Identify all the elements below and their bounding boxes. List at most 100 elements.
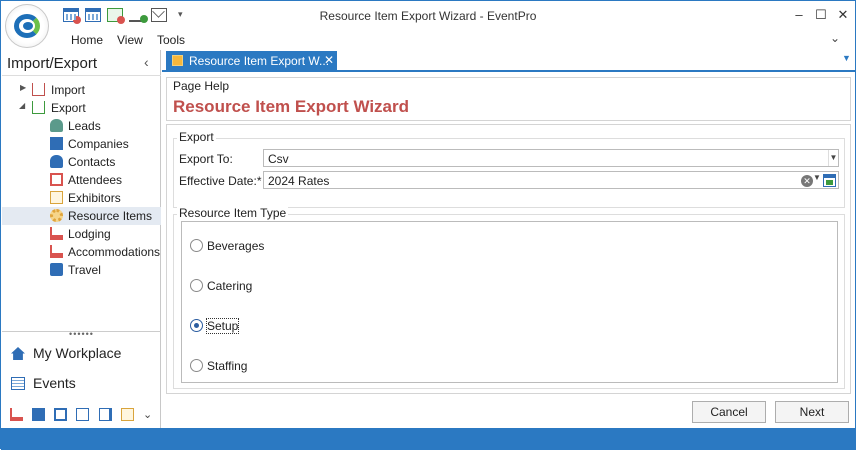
export-to-value: Csv — [268, 152, 289, 166]
tree-item-leads[interactable]: Leads — [2, 117, 161, 135]
nav-events-button[interactable]: Events — [2, 370, 161, 398]
tree-item-label: Contacts — [68, 155, 116, 169]
window-title: Resource Item Export Wizard - EventPro — [319, 9, 537, 23]
effective-date-value: 2024 Rates — [268, 174, 330, 188]
app-window: ▾ Resource Item Export Wizard - EventPro… — [0, 0, 856, 450]
tree-item-travel[interactable]: Travel — [2, 261, 161, 279]
tree-item-exhibitors[interactable]: Exhibitors — [2, 189, 161, 207]
tree-item-label: Attendees — [68, 173, 123, 187]
ribbon-collapse-icon[interactable]: ⌄ — [830, 31, 840, 45]
person-icon — [50, 119, 63, 132]
effective-date-label: Effective Date:* — [179, 174, 262, 188]
wizard-icon — [172, 55, 183, 66]
person-icon — [50, 155, 63, 168]
logo-dot-icon — [23, 22, 33, 30]
card-icon — [50, 191, 63, 204]
calendar-icon[interactable] — [823, 174, 836, 187]
maximize-button[interactable]: ☐ — [811, 6, 831, 24]
tree-item-export[interactable]: ◢ Export — [2, 99, 161, 117]
radio-label: Staffing — [207, 359, 248, 373]
close-button[interactable]: ✕ — [833, 6, 853, 24]
tab-resource-item-export-wizard[interactable]: Resource Item Export W... ✕ — [166, 51, 337, 71]
collapse-arrow-icon[interactable]: ◢ — [19, 101, 25, 110]
chevron-down-icon[interactable]: ⌄ — [143, 408, 156, 421]
factory-icon — [50, 137, 63, 150]
tree-item-label: Import — [51, 83, 86, 97]
menu-view[interactable]: View — [117, 33, 143, 47]
radio-label: Setup — [205, 318, 240, 334]
tree-item-contacts[interactable]: Contacts — [2, 153, 161, 171]
nav-button-label: My Workplace — [33, 345, 122, 361]
export-to-select[interactable]: Csv ▼ — [263, 149, 839, 167]
radio-button[interactable] — [190, 279, 203, 292]
resource-item-type-group: Beverages Catering Setup Staffing — [173, 214, 845, 389]
radio-label: Beverages — [207, 239, 265, 253]
tree-item-lodging[interactable]: Lodging — [2, 225, 161, 243]
sidebar-collapse-icon[interactable]: ‹ — [144, 54, 149, 70]
clipboard-icon[interactable] — [121, 408, 134, 421]
radio-button[interactable] — [190, 359, 203, 372]
tree-item-attendees[interactable]: Attendees — [2, 171, 161, 189]
minimize-button[interactable]: – — [789, 6, 809, 24]
title-bar: ▾ Resource Item Export Wizard - EventPro… — [1, 1, 855, 49]
export-group-label: Export — [177, 130, 216, 144]
sidebar-header: Import/Export ‹ — [2, 50, 161, 76]
menu-home[interactable]: Home — [71, 33, 103, 47]
page-title: Resource Item Export Wizard — [173, 97, 410, 116]
tree-item-label: Leads — [68, 119, 101, 133]
tab-close-icon[interactable]: ✕ — [324, 53, 334, 67]
chevron-down-icon[interactable]: ▼ — [828, 150, 838, 166]
mail-icon[interactable] — [76, 408, 89, 421]
tree-item-label: Companies — [68, 137, 129, 151]
radio-label: Catering — [207, 279, 253, 293]
tab-label: Resource Item Export W... — [189, 54, 330, 68]
export-to-label: Export To: — [179, 152, 233, 166]
nav-button-label: Events — [33, 375, 76, 391]
wizard-content-panel: Export Export To: Csv ▼ Effective Date:*… — [166, 124, 851, 394]
calendar-icon — [11, 377, 25, 390]
tree-item-label: Exhibitors — [68, 191, 121, 205]
sidebar-overflow-bar: ⌄ — [2, 402, 161, 428]
bed-icon — [50, 227, 63, 240]
radio-button-selected[interactable] — [190, 319, 203, 332]
tree-item-label: Lodging — [68, 227, 111, 241]
page-help-panel: Page Help Resource Item Export Wizard — [166, 77, 851, 121]
badge-icon — [50, 173, 63, 186]
import-icon — [32, 83, 45, 96]
tree-item-label: Resource Items — [68, 209, 153, 223]
factory-icon[interactable] — [32, 408, 45, 421]
gear-icon — [50, 209, 63, 222]
clear-icon[interactable]: ✕ — [801, 175, 813, 187]
expand-arrow-icon[interactable]: ▶ — [20, 83, 26, 92]
status-bar — [1, 428, 856, 450]
nav-my-workplace-button[interactable]: My Workplace — [2, 340, 161, 368]
sidebar-title: Import/Export — [7, 55, 98, 72]
export-icon — [32, 101, 45, 114]
chevron-down-icon[interactable]: ▼ — [813, 173, 821, 182]
tab-list-dropdown-icon[interactable]: ▼ — [842, 53, 851, 63]
resource-item-type-list: Beverages Catering Setup Staffing — [181, 221, 838, 383]
bed-icon[interactable] — [10, 408, 23, 421]
tree-item-companies[interactable]: Companies — [2, 135, 161, 153]
contact-card-icon[interactable] — [54, 408, 67, 421]
resource-item-type-label: Resource Item Type — [177, 206, 289, 220]
menu-tools[interactable]: Tools — [157, 33, 185, 47]
cancel-button[interactable]: Cancel — [692, 401, 766, 423]
tree-item-label: Export — [51, 101, 86, 115]
sidebar-splitter[interactable]: •••••• — [2, 330, 161, 339]
document-tabstrip: Resource Item Export W... ✕ ▼ — [162, 50, 855, 72]
home-icon — [11, 347, 25, 360]
tree-item-import[interactable]: ▶ Import — [2, 81, 161, 99]
sidebar: Import/Export ‹ ▶ Import ◢ Export Leads … — [2, 50, 161, 428]
tree-item-accommodations[interactable]: Accommodations — [2, 243, 161, 261]
bed-icon — [50, 245, 63, 258]
tree-item-label: Accommodations — [68, 245, 161, 259]
tree-item-resource-items[interactable]: Resource Items — [2, 207, 161, 225]
page-help-label: Page Help — [171, 79, 232, 93]
next-button[interactable]: Next — [775, 401, 849, 423]
radio-button[interactable] — [190, 239, 203, 252]
edit-icon[interactable] — [99, 408, 112, 421]
suitcase-icon — [50, 263, 63, 276]
tree-item-label: Travel — [68, 263, 101, 277]
effective-date-select[interactable]: 2024 Rates ✕ ▼ — [263, 171, 839, 189]
